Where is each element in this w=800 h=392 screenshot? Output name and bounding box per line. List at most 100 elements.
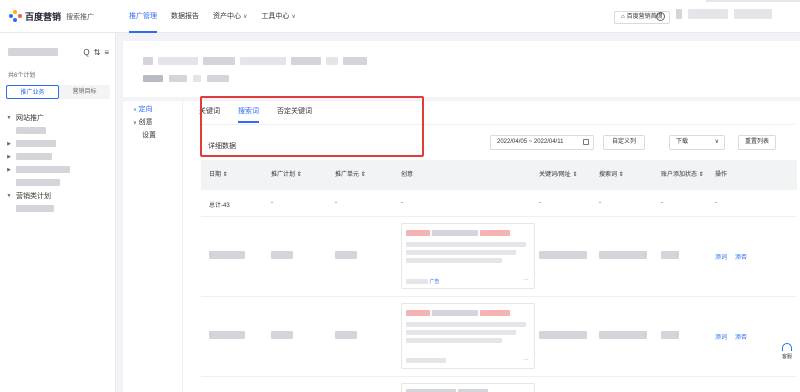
nav-asset-center[interactable]: 资产中心 ∨ xyxy=(206,0,254,33)
tab-keywords[interactable]: 关键词 xyxy=(199,101,220,125)
caret-down-icon: ▼ xyxy=(6,192,12,199)
add-keyword-link[interactable]: 添词 xyxy=(715,332,727,341)
main-content: ∨ 定向 ∨ 创意 设置 关键词 搜索词 否定关键词 详细数据 2022/04/05… xyxy=(123,33,800,392)
reset-columns-button[interactable]: 重置列表 xyxy=(738,135,776,150)
subnav-creative[interactable]: ∨ 创意 xyxy=(123,116,182,129)
subnav-targeting[interactable]: ∨ 定向 xyxy=(123,103,182,116)
calendar-icon xyxy=(583,139,589,145)
plan-summary-header xyxy=(123,41,800,97)
caret-right-icon: ▶ xyxy=(7,153,11,160)
custom-columns-button[interactable]: 自定义列 xyxy=(603,135,645,150)
creative-title-placeholder xyxy=(406,310,510,316)
chevron-down-icon: ∨ xyxy=(133,107,137,113)
creative-footer: 广告 xyxy=(406,278,439,285)
plan-name-placeholder xyxy=(16,140,56,147)
more-icon[interactable]: … xyxy=(523,276,529,282)
sort-icon[interactable]: ⇅ xyxy=(94,48,101,57)
account-name-placeholder xyxy=(734,9,772,19)
nav-tool-center[interactable]: 工具中心 ∨ xyxy=(254,0,302,33)
caret-right-icon: ▶ xyxy=(7,140,11,147)
nav-label: 推广管理 xyxy=(129,13,157,20)
plan-count: 共6个计划 xyxy=(8,73,36,79)
plan-tree: ▼ 网站推广 ▶ ▶ ▶ ▼ 营销类计划 xyxy=(6,111,112,215)
nav-promotion-management[interactable]: 推广管理 xyxy=(122,0,164,33)
tabs-divider xyxy=(199,124,795,125)
cell-dash: - xyxy=(539,200,541,206)
cell-keyword xyxy=(539,331,587,339)
subnav-label: 设置 xyxy=(142,132,156,139)
column-header-keyword[interactable]: 关键词/网址 ⇕ xyxy=(539,160,577,190)
creative-card[interactable] xyxy=(401,383,535,392)
top-navigation-bar: 百度营销 搜索推广 推广管理 数据报告 资产中心 ∨ 工具中心 ∨ ⌂ 百度营销首页… xyxy=(0,0,800,33)
cell-add-status xyxy=(661,251,679,259)
add-negative-link[interactable]: 添否 xyxy=(735,252,747,261)
date-range-picker[interactable]: 2022/04/05 ~ 2022/04/11 xyxy=(490,135,594,150)
creative-desc-placeholder xyxy=(406,242,526,263)
cell-search-term xyxy=(599,251,647,259)
tree-item[interactable] xyxy=(6,176,112,189)
cell-date xyxy=(209,331,245,339)
tree-item[interactable] xyxy=(6,202,112,215)
section-title: 详细数据 xyxy=(208,143,236,150)
column-header-add-status[interactable]: 账户添加状态 ⇕ xyxy=(661,160,704,190)
cell-unit xyxy=(335,251,357,259)
nav-label: 数据报告 xyxy=(171,13,199,20)
tab-search-terms[interactable]: 搜索词 xyxy=(238,101,259,125)
table-row xyxy=(201,377,797,392)
tab-promotion-business[interactable]: 推广业务 xyxy=(6,85,59,99)
tab-negative-keywords[interactable]: 否定关键词 xyxy=(277,101,312,125)
cell-unit xyxy=(335,331,357,339)
customer-service-button[interactable]: 客服 xyxy=(776,338,798,370)
tree-item[interactable]: ▶ xyxy=(6,137,112,150)
help-icon[interactable]: ? xyxy=(656,12,665,21)
more-icon[interactable]: … xyxy=(523,356,529,362)
tree-item[interactable]: ▶ xyxy=(6,150,112,163)
tab-marketing-goal[interactable]: 营销目标 xyxy=(59,85,110,99)
tree-item[interactable] xyxy=(6,124,112,137)
plan-tree-panel: Q ⇅ ≡ 共6个计划 推广业务 营销目标 ▼ 网站推广 ▶ ▶ ▶ ▼ 营销类… xyxy=(0,33,116,392)
download-select[interactable]: 下载 ∨ xyxy=(669,135,725,150)
summary-line-1 xyxy=(143,57,367,65)
nav-data-report[interactable]: 数据报告 xyxy=(164,0,206,33)
table-header: 日期 ⇕ 推广计划 ⇕ 推广单元 ⇕ 创意 关键词/网址 ⇕ 搜索词 ⇕ 账户添… xyxy=(201,160,797,190)
column-header-unit[interactable]: 推广单元 ⇕ xyxy=(335,160,366,190)
creative-title-placeholder xyxy=(406,230,510,236)
plan-panel-tools: Q ⇅ ≡ xyxy=(83,48,109,57)
creative-card[interactable]: … xyxy=(401,303,535,369)
product-name: 搜索推广 xyxy=(66,13,95,21)
search-icon[interactable]: Q xyxy=(83,48,89,57)
home-icon: ⌂ xyxy=(621,14,625,20)
add-keyword-link[interactable]: 添词 xyxy=(715,252,727,261)
cell-plan xyxy=(271,251,293,259)
tree-group-label: 网站推广 xyxy=(16,114,44,122)
menu-icon[interactable]: ≡ xyxy=(104,48,109,57)
tree-group-marketing[interactable]: ▼ 营销类计划 xyxy=(6,189,112,202)
brand-logo[interactable]: 百度营销 搜索推广 xyxy=(9,10,94,23)
search-terms-content: ∨ 定向 ∨ 创意 设置 关键词 搜索词 否定关键词 详细数据 2022/04/05… xyxy=(123,101,800,392)
chevron-down-icon: ∨ xyxy=(714,139,719,145)
cell-add-status xyxy=(661,331,679,339)
cell-dash: - xyxy=(661,200,663,206)
total-label: 总计-43 xyxy=(209,203,230,209)
keyword-tabs: 关键词 搜索词 否定关键词 xyxy=(199,101,312,125)
subnav-settings[interactable]: 设置 xyxy=(123,129,182,142)
caret-down-icon: ▼ xyxy=(6,114,12,121)
table-total-row: 总计-43 - - - - - - - xyxy=(201,190,797,217)
plan-name-placeholder xyxy=(16,179,60,186)
subnav-label: 定向 xyxy=(138,106,153,113)
cell-dash: - xyxy=(335,200,337,206)
table-row: 广告 … 添词 添否 xyxy=(201,217,797,297)
account-placeholder xyxy=(8,48,58,56)
tree-group-website[interactable]: ▼ 网站推广 xyxy=(6,111,112,124)
user-account-area[interactable] xyxy=(676,9,772,19)
column-header-actions: 操作 xyxy=(715,172,728,178)
column-header-search-term[interactable]: 搜索词 ⇕ xyxy=(599,160,624,190)
creative-card[interactable]: 广告 … xyxy=(401,223,535,289)
cell-dash: - xyxy=(271,200,273,206)
add-negative-link[interactable]: 添否 xyxy=(735,332,747,341)
cell-plan xyxy=(271,331,293,339)
cell-date xyxy=(209,251,245,259)
column-header-date[interactable]: 日期 ⇕ xyxy=(209,160,228,190)
tree-item[interactable]: ▶ xyxy=(6,163,112,176)
column-header-plan[interactable]: 推广计划 ⇕ xyxy=(271,160,302,190)
